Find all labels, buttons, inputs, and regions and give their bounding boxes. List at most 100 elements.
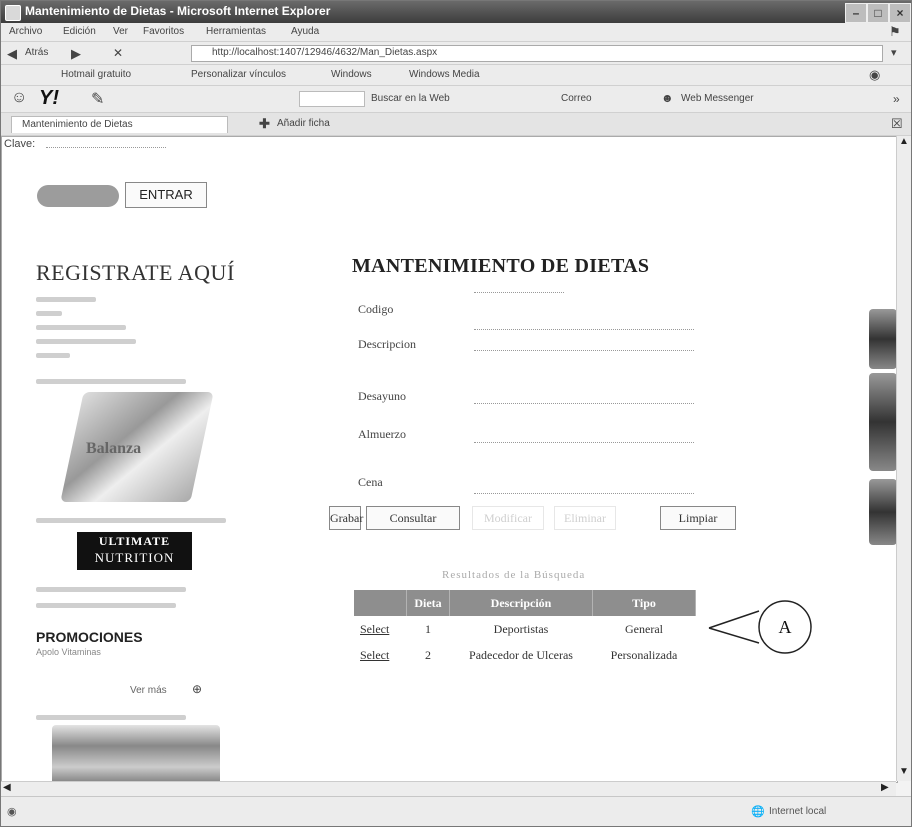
consultar-button[interactable]: Consultar — [366, 506, 460, 530]
promo-sub: Apolo Vitaminas — [36, 647, 101, 657]
side-caption-4 — [36, 603, 176, 608]
toolbar-search-box[interactable] — [299, 91, 365, 107]
close-tab-icon[interactable]: ☒ — [891, 116, 903, 132]
limpiar-button[interactable]: Limpiar — [660, 506, 736, 530]
menu-edicion[interactable]: Edición — [63, 26, 96, 37]
close-button[interactable]: × — [889, 3, 911, 23]
back-arrow-icon[interactable]: ◀ — [7, 46, 17, 62]
cell-descripcion: Padecedor de Ulceras — [469, 647, 573, 662]
ie-app-icon — [5, 5, 21, 21]
desayuno-input[interactable] — [474, 403, 694, 404]
add-tab-icon[interactable]: ✚ — [259, 116, 270, 132]
stop-icon[interactable]: ✕ — [113, 46, 123, 60]
side-caption-3 — [36, 587, 186, 592]
side-photo-1 — [869, 309, 897, 369]
callout-pointer — [708, 610, 760, 644]
link-windows-media[interactable]: Windows Media — [409, 69, 480, 80]
minimize-button[interactable]: – — [845, 3, 867, 23]
title-bar: Mantenimiento de Dietas - Microsoft Inte… — [1, 1, 911, 23]
descripcion-input[interactable] — [474, 329, 694, 330]
side-link-1[interactable] — [36, 297, 96, 302]
codigo-label: Codigo — [358, 302, 394, 316]
clave-input[interactable] — [46, 147, 166, 148]
address-text: http://localhost:1407/12946/4632/Man_Die… — [212, 47, 438, 58]
ver-mas-icon[interactable]: ⊕ — [192, 682, 202, 696]
menu-favoritos[interactable]: Favoritos — [143, 26, 184, 37]
cell-dieta: 1 — [425, 621, 431, 636]
vertical-scrollbar[interactable]: ▲ ▼ — [896, 136, 911, 781]
side-link-3[interactable] — [36, 325, 126, 330]
cell-tipo: Personalizada — [610, 647, 678, 662]
eliminar-button[interactable]: Eliminar — [554, 506, 616, 530]
nav-bar: ◀ Atrás ▶ ✕ http://localhost:1407/12946/… — [1, 42, 911, 65]
scroll-left-icon[interactable]: ◀ — [3, 782, 11, 793]
codigo-input[interactable] — [474, 292, 564, 293]
almuerzo-input[interactable] — [474, 442, 694, 443]
scroll-down-icon[interactable]: ▼ — [899, 766, 909, 777]
add-tab-label[interactable]: Añadir ficha — [277, 118, 330, 129]
side-link-4[interactable] — [36, 339, 136, 344]
scale-image-text: Balanza — [86, 440, 142, 457]
registrate-link[interactable]: REGISTRATE AQUÍ — [36, 260, 235, 286]
select-link[interactable]: Select — [354, 642, 407, 668]
tab-title: Mantenimiento de Dietas — [22, 119, 133, 130]
side-caption-1 — [36, 379, 186, 384]
almuerzo-label: Almuerzo — [358, 427, 406, 441]
ver-mas-link[interactable]: Ver más — [130, 685, 167, 696]
address-dropdown-icon[interactable]: ▾ — [891, 46, 897, 59]
address-field[interactable]: http://localhost:1407/12946/4632/Man_Die… — [191, 45, 883, 62]
page-title: MANTENIMIENTO DE DIETAS — [352, 255, 650, 277]
ie-logo-icon: ◉ — [869, 67, 881, 82]
user-badge — [37, 185, 119, 207]
forward-arrow-icon[interactable]: ▶ — [71, 46, 81, 62]
col-header-dieta: Dieta — [406, 590, 450, 616]
yahoo-toolbar: ☺ Y! ✎ Buscar en la Web Correo ☻ Web Mes… — [1, 86, 911, 113]
pencil-icon[interactable]: ✎ — [91, 89, 104, 109]
link-hotmail[interactable]: Hotmail gratuito — [61, 69, 131, 80]
menu-ver[interactable]: Ver — [113, 26, 128, 37]
results-header-row: Dieta Descripción Tipo — [354, 590, 696, 616]
scroll-right-icon[interactable]: ▶ — [881, 782, 889, 793]
yahoo-smiley-icon[interactable]: ☺ — [11, 89, 27, 107]
tab-mantenimiento[interactable]: Mantenimiento de Dietas — [11, 116, 228, 133]
page-content: Clave: ENTRAR REGISTRATE AQUÍ Balanza UL… — [1, 136, 898, 783]
ultimate-line-1: ULTIMATE — [98, 534, 171, 548]
cell-tipo: General — [625, 621, 663, 636]
links-bar: Hotmail gratuito Personalizar vínculos W… — [1, 65, 911, 86]
side-link-5[interactable] — [36, 353, 70, 358]
yahoo-logo[interactable]: Y! — [39, 87, 59, 110]
search-web-button[interactable]: Buscar en la Web — [371, 93, 450, 104]
col-header-select — [354, 590, 407, 616]
correo-button[interactable]: Correo — [561, 93, 592, 104]
cena-label: Cena — [358, 475, 383, 489]
maximize-button[interactable]: □ — [867, 3, 889, 23]
menu-herramientas[interactable]: Herramientas — [206, 26, 266, 37]
ultimate-line-2: NUTRITION — [94, 550, 175, 565]
entrar-button[interactable]: ENTRAR — [125, 182, 207, 208]
modificar-button[interactable]: Modificar — [472, 506, 544, 530]
messenger-button[interactable]: Web Messenger — [681, 93, 754, 104]
results-table: Dieta Descripción Tipo Select 1 Deportis… — [354, 590, 696, 668]
zone-icon: 🌐 — [751, 806, 765, 818]
status-bar: ◉ 🌐 Internet local — [1, 796, 911, 826]
menu-archivo[interactable]: Archivo — [9, 26, 42, 37]
link-personalizar[interactable]: Personalizar vínculos — [191, 69, 286, 80]
side-link-2[interactable] — [36, 311, 62, 316]
promociones-heading[interactable]: PROMOCIONES — [36, 629, 143, 645]
toolbar-more-icon[interactable]: » — [893, 92, 900, 106]
link-windows[interactable]: Windows — [331, 69, 372, 80]
col-header-descripcion: Descripción — [449, 590, 593, 616]
supplements-image — [52, 725, 220, 782]
cena-input[interactable] — [474, 493, 694, 494]
menu-ayuda[interactable]: Ayuda — [291, 26, 319, 37]
horizontal-scrollbar[interactable]: ◀ ▶ — [1, 781, 896, 796]
side-photo-2 — [869, 373, 897, 471]
ultimate-nutrition-logo[interactable]: ULTIMATE NUTRITION — [77, 532, 192, 570]
tab-bar: Mantenimiento de Dietas ✚ Añadir ficha ☒ — [1, 113, 911, 136]
scroll-up-icon[interactable]: ▲ — [899, 136, 909, 147]
select-link[interactable]: Select — [354, 616, 407, 642]
windows-flag-icon: ⚑ — [889, 24, 901, 39]
grabar-button[interactable]: Grabar — [329, 506, 363, 530]
back-label[interactable]: Atrás — [25, 47, 48, 58]
callout-label: A — [779, 617, 792, 637]
